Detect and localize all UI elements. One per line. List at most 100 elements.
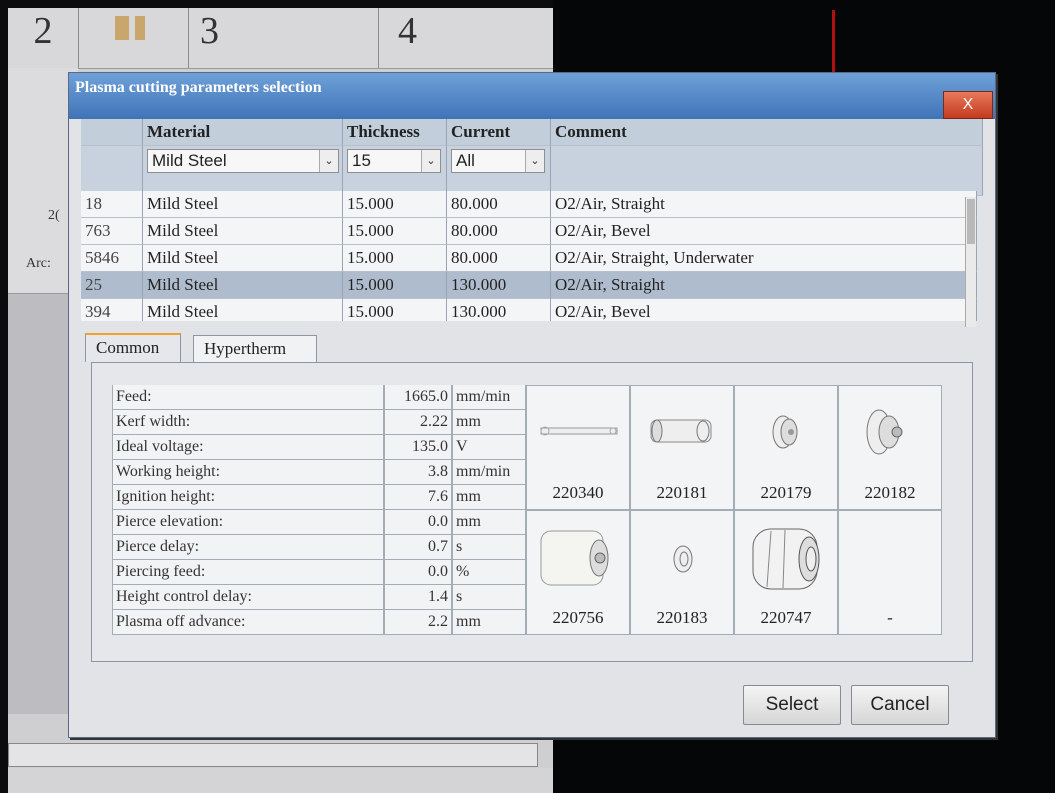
param-row: Kerf width: 2.22 mm [112,410,526,435]
part-number: - [887,608,893,627]
chevron-down-icon: ⌄ [319,150,338,172]
material-filter-value: Mild Steel [152,151,227,170]
param-unit: mm [452,410,526,435]
consumable-cell: 220756 [526,510,630,635]
row-thickness: 15.000 [343,245,447,272]
header-id [81,119,143,146]
param-label: Height control delay: [112,585,384,610]
tool-slot-2[interactable]: 2 [8,8,79,68]
grid-header-row: Material Thickness Current Comment [81,119,983,146]
tool-slot-number: 4 [398,10,417,52]
row-current: 80.000 [447,191,551,218]
filter-current-cell: All ⌄ [447,146,551,196]
param-label: Feed: [112,385,384,410]
table-row[interactable]: 18 Mild Steel 15.000 80.000 O2/Air, Stra… [81,191,983,218]
scrollbar-thumb[interactable] [967,199,975,244]
row-id: 25 [81,272,143,299]
row-thickness: 15.000 [343,191,447,218]
row-thickness: 15.000 [343,272,447,299]
thickness-filter-select[interactable]: 15 ⌄ [347,149,441,173]
table-row-selected[interactable]: 25 Mild Steel 15.000 130.000 O2/Air, Str… [81,272,983,299]
tool-slot-4[interactable]: 4 [378,8,553,68]
thickness-filter-value: 15 [352,151,371,170]
table-row[interactable]: 763 Mild Steel 15.000 80.000 O2/Air, Bev… [81,218,983,245]
part-number: 220340 [552,483,604,502]
row-current: 130.000 [447,299,551,321]
dialog-title: Plasma cutting parameters selection [75,79,322,96]
consumable-cell: 220340 [526,385,630,510]
close-button[interactable]: X [943,91,993,119]
param-value: 1.4 [384,585,452,610]
part-number: 220181 [656,483,708,502]
row-id: 18 [81,191,143,218]
param-unit: mm/min [452,385,526,410]
header-current[interactable]: Current [447,119,551,146]
param-unit: s [452,585,526,610]
filter-material-cell: Mild Steel ⌄ [143,146,343,196]
tab-common[interactable]: Common [85,333,181,362]
param-value: 7.6 [384,485,452,510]
param-unit: mm/min [452,460,526,485]
row-material: Mild Steel [143,299,343,321]
param-value: 0.0 [384,510,452,535]
select-button[interactable]: Select [743,685,841,725]
header-thickness[interactable]: Thickness [343,119,447,146]
param-unit: mm [452,485,526,510]
red-guide-line [832,10,835,80]
consumable-cell: 220182 [838,385,942,510]
part-number: 220756 [552,608,604,627]
consumables-grid: 220340 220181 220179 220182 220756 220183 2207… [526,385,942,635]
row-material: Mild Steel [143,191,343,218]
row-comment: O2/Air, Straight [551,191,977,218]
param-row: Piercing feed: 0.0% [112,560,526,585]
header-comment[interactable]: Comment [551,119,983,146]
side-label: 2( [48,208,60,223]
background-toolbar: 2 3 4 [8,8,553,69]
row-current: 130.000 [447,272,551,299]
table-row[interactable]: 394 Mild Steel 15.000 130.000 O2/Air, Be… [81,299,983,321]
background-footer [8,768,553,793]
param-label: Kerf width: [112,410,384,435]
material-filter-select[interactable]: Mild Steel ⌄ [147,149,339,173]
table-row[interactable]: 5846 Mild Steel 15.000 80.000 O2/Air, St… [81,245,983,272]
row-id: 394 [81,299,143,321]
torch-icon [78,8,189,68]
tool-slot-3[interactable]: 3 [188,8,379,68]
part-number: 220183 [656,608,708,627]
filter-comment-cell [551,146,983,196]
background-status-bar [8,743,538,767]
param-label: Pierce elevation: [112,510,384,535]
row-material: Mild Steel [143,218,343,245]
row-material: Mild Steel [143,272,343,299]
param-value: 0.7 [384,535,452,560]
tab-hypertherm[interactable]: Hypertherm [193,335,317,362]
param-label: Piercing feed: [112,560,384,585]
param-row: Feed: 1665.0 mm/min [112,385,526,410]
row-current: 80.000 [447,245,551,272]
cancel-button[interactable]: Cancel [851,685,949,725]
param-label: Working height: [112,460,384,485]
plasma-params-dialog: Plasma cutting parameters selection X Ma… [68,72,996,738]
param-value: 2.2 [384,610,452,635]
part-number: 220747 [760,608,812,627]
consumable-cell: 220179 [734,385,838,510]
param-unit: mm [452,610,526,635]
param-row: Ideal voltage: 135.0 V [112,435,526,460]
consumable-cell: - [838,510,942,635]
param-label: Plasma off advance: [112,610,384,635]
row-id: 763 [81,218,143,245]
row-id: 5846 [81,245,143,272]
param-row: Pierce elevation: 0.0 mm [112,510,526,535]
current-filter-select[interactable]: All ⌄ [451,149,545,173]
param-value: 3.8 [384,460,452,485]
dialog-titlebar[interactable]: Plasma cutting parameters selection X [69,73,995,119]
header-material[interactable]: Material [143,119,343,146]
param-value: 1665.0 [384,385,452,410]
row-comment: O2/Air, Straight [551,272,977,299]
tool-slot-number: 2 [33,10,53,52]
param-label: Pierce delay: [112,535,384,560]
grid-scrollbar[interactable] [965,197,976,327]
chevron-down-icon: ⌄ [525,150,544,172]
current-filter-value: All [456,151,475,170]
consumable-cell: 220747 [734,510,838,635]
